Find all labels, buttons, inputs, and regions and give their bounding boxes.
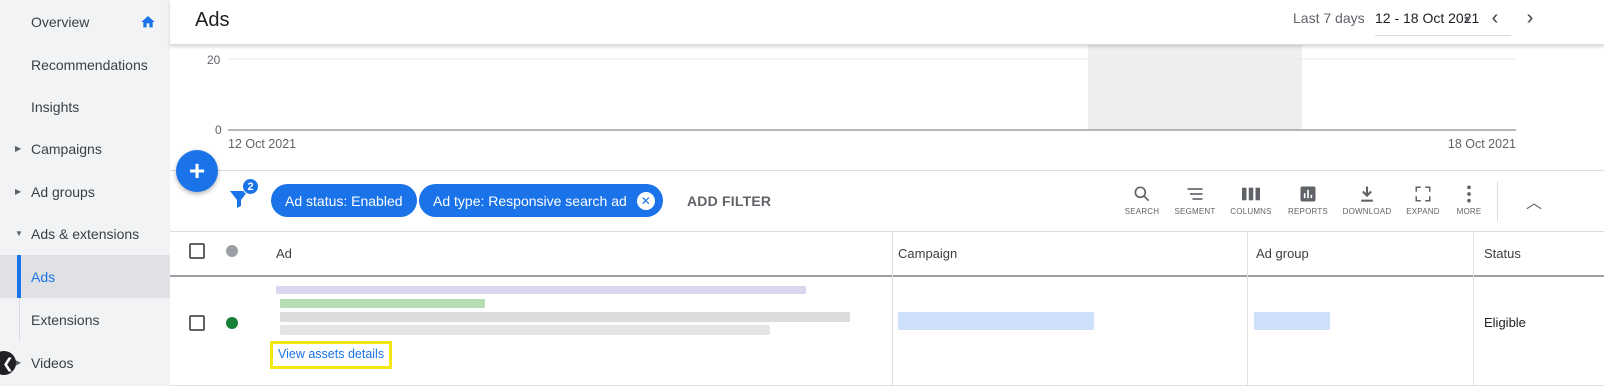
- tool-label: SEARCH: [1124, 207, 1160, 216]
- date-range-label: Last 7 days: [1293, 10, 1365, 26]
- x-tick-label-start: 12 Oct 2021: [228, 137, 296, 151]
- column-header-campaign[interactable]: Campaign: [898, 246, 957, 261]
- redacted-ad-description: [280, 312, 850, 322]
- tool-label: MORE: [1456, 207, 1482, 216]
- chevron-down-icon[interactable]: ▼: [1462, 14, 1473, 26]
- prev-period-button[interactable]: ‹: [1483, 7, 1507, 30]
- sidebar-item-overview[interactable]: Overview: [0, 0, 170, 43]
- sidebar-item-label: Overview: [31, 13, 90, 30]
- chip-label: Ad type: Responsive search ad: [433, 192, 627, 209]
- x-tick-label-end: 18 Oct 2021: [1448, 137, 1516, 151]
- header: Ads Last 7 days 12 - 18 Oct 2021 ▼ ‹ ›: [170, 0, 1604, 45]
- table-header: Ad Campaign Ad group Status: [170, 232, 1604, 277]
- sidebar-item-extensions[interactable]: Extensions: [0, 298, 170, 341]
- filter-chip-ad-type[interactable]: Ad type: Responsive search ad ✕: [419, 184, 663, 217]
- chip-label: Ad status: Enabled: [285, 192, 403, 209]
- ads-table: Ad Campaign Ad group Status View assets …: [170, 232, 1604, 386]
- sidebar-item-label: Videos: [31, 354, 74, 371]
- tool-label: REPORTS: [1288, 207, 1328, 216]
- chart-svg: 20 0 12 Oct 2021 18 Oct 2021: [207, 45, 1516, 151]
- segment-tool-button[interactable]: SEGMENT: [1167, 181, 1223, 225]
- status-cell: Eligible: [1484, 315, 1526, 330]
- more-icon: [1467, 185, 1471, 203]
- redacted-ad-description: [280, 325, 770, 335]
- segment-icon: [1187, 188, 1203, 200]
- more-tool-button[interactable]: MORE: [1441, 181, 1497, 225]
- home-icon: [141, 16, 155, 28]
- filter-chip-ad-status[interactable]: Ad status: Enabled: [271, 184, 417, 217]
- reports-tool-button[interactable]: REPORTS: [1280, 181, 1336, 225]
- search-icon: [1134, 186, 1150, 202]
- sidebar-item-videos[interactable]: ▶ Videos: [0, 341, 170, 384]
- sidebar-item-insights[interactable]: Insights: [0, 85, 170, 128]
- columns-icon: [1242, 187, 1260, 201]
- row-checkbox[interactable]: [189, 315, 205, 331]
- table-row: View assets details Eligible: [170, 279, 1604, 386]
- close-icon[interactable]: ✕: [636, 191, 655, 210]
- redacted-campaign-link[interactable]: [898, 312, 1094, 330]
- sidebar-item-ads[interactable]: Ads: [0, 255, 170, 298]
- redacted-ad-url: [280, 299, 485, 308]
- tool-label: DOWNLOAD: [1342, 207, 1392, 216]
- sidebar-item-label: Ads & extensions: [31, 225, 140, 242]
- status-column-icon: [226, 245, 238, 257]
- search-tool-button[interactable]: SEARCH: [1114, 181, 1170, 225]
- caret-right-icon: ▶: [15, 187, 22, 196]
- performance-chart: 20 0 12 Oct 2021 18 Oct 2021: [170, 45, 1604, 170]
- select-all-checkbox[interactable]: [189, 243, 205, 259]
- create-button[interactable]: +: [176, 150, 218, 192]
- sidebar-item-label: Recommendations: [31, 56, 148, 73]
- redacted-ad-headline: [276, 286, 806, 294]
- view-assets-details-link[interactable]: View assets details: [270, 341, 393, 369]
- sidebar-item-ads-extensions[interactable]: ▼ Ads & extensions: [0, 212, 170, 255]
- column-header-ad[interactable]: Ad: [276, 246, 292, 261]
- filter-count-badge: 2: [242, 178, 259, 195]
- reports-icon: [1300, 186, 1316, 202]
- filter-bar: 2 Ad status: Enabled Ad type: Responsive…: [170, 170, 1604, 232]
- sidebar-item-label: Insights: [31, 98, 80, 115]
- columns-tool-button[interactable]: COLUMNS: [1223, 181, 1279, 225]
- collapse-sidebar-button[interactable]: ❮: [0, 351, 16, 375]
- add-filter-button[interactable]: ADD FILTER: [687, 193, 771, 209]
- sidebar-item-label: Campaigns: [31, 140, 102, 157]
- caret-down-icon: ▼: [15, 229, 23, 238]
- sidebar-item-label: Extensions: [31, 311, 100, 328]
- enabled-status-dot: [226, 317, 238, 329]
- download-icon: [1361, 186, 1373, 202]
- tool-label: SEGMENT: [1174, 207, 1216, 216]
- sidebar-item-recommendations[interactable]: Recommendations: [0, 43, 170, 86]
- chevron-up-icon[interactable]: ︿: [1526, 189, 1542, 213]
- redacted-ad-group-link[interactable]: [1254, 312, 1330, 330]
- sidebar-item-label: Ads: [31, 268, 56, 285]
- tool-label: COLUMNS: [1230, 207, 1272, 216]
- page-title: Ads: [195, 9, 230, 31]
- y-tick-label: 0: [215, 123, 222, 137]
- column-header-status[interactable]: Status: [1484, 246, 1521, 261]
- toolbar-divider: [1497, 181, 1498, 221]
- sidebar: Overview Recommendations Insights ▶ Camp…: [0, 0, 170, 386]
- chart-highlight-band: [1088, 45, 1302, 130]
- caret-right-icon: ▶: [15, 144, 22, 153]
- sidebar-item-ad-groups[interactable]: ▶ Ad groups: [0, 170, 170, 213]
- sidebar-item-campaigns[interactable]: ▶ Campaigns: [0, 127, 170, 170]
- expand-icon: [1415, 186, 1431, 202]
- next-period-button[interactable]: ›: [1518, 7, 1542, 30]
- y-tick-label: 20: [207, 53, 221, 67]
- column-header-ad-group[interactable]: Ad group: [1256, 246, 1309, 261]
- download-tool-button[interactable]: DOWNLOAD: [1339, 181, 1395, 225]
- sidebar-item-label: Ad groups: [31, 183, 95, 200]
